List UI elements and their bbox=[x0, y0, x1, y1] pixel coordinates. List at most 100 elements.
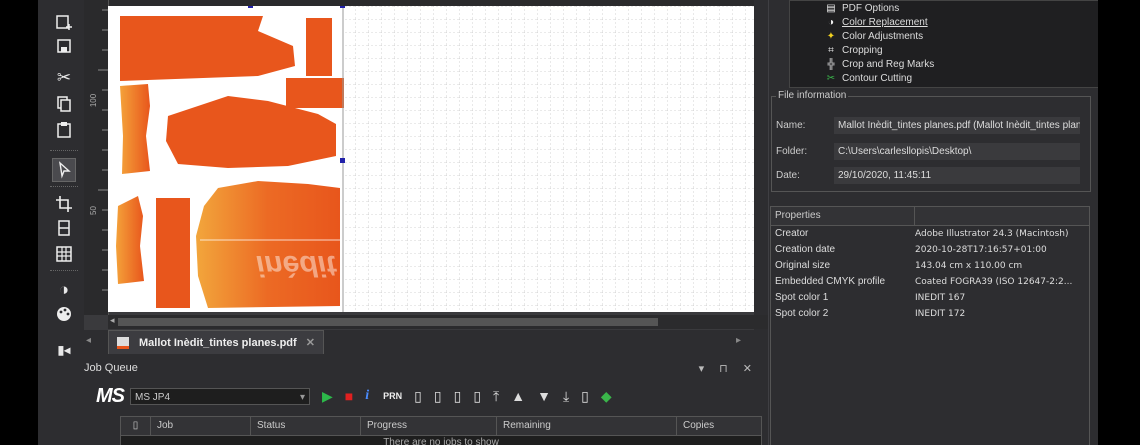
move-down-icon[interactable]: ▼ bbox=[537, 388, 551, 404]
file-information-title: File information bbox=[776, 90, 849, 101]
tab-scroll-right-icon[interactable]: ▸ bbox=[736, 335, 741, 346]
tree-item-crop-reg-marks[interactable]: ╬ Crop and Reg Marks bbox=[824, 57, 934, 71]
properties-header: Properties bbox=[771, 207, 1089, 226]
folder-label: Folder: bbox=[776, 146, 808, 157]
scroll-left-icon[interactable]: ◂ bbox=[110, 315, 115, 326]
add-page-icon[interactable] bbox=[52, 10, 76, 34]
property-key: Creation date bbox=[775, 244, 836, 255]
color-contrast-icon[interactable]: ◑ bbox=[52, 278, 76, 302]
select-pointer-icon[interactable] bbox=[52, 158, 76, 182]
tree-item-contour-cutting[interactable]: ✂ Contour Cutting bbox=[824, 71, 912, 85]
job-table: ▯ Job Status Progress Remaining Copies T… bbox=[120, 416, 762, 445]
tree-item-label: Color Adjustments bbox=[842, 30, 924, 42]
date-label: Date: bbox=[776, 170, 800, 181]
toolbar-divider bbox=[50, 150, 78, 151]
stop-icon[interactable]: ■ bbox=[345, 388, 353, 404]
tab-scroll-left-icon[interactable]: ◂ bbox=[86, 335, 91, 346]
printer-select[interactable]: MS JP4 ▾ bbox=[130, 387, 310, 405]
contour-cut-icon: ✂ bbox=[826, 72, 836, 84]
tree-item-color-replacement[interactable]: ◑ Color Replacement bbox=[824, 15, 928, 29]
horizontal-scrollbar[interactable]: ◂ ▸ bbox=[108, 315, 792, 329]
column-copies[interactable]: Copies bbox=[677, 417, 759, 435]
copy-icon[interactable] bbox=[52, 92, 76, 116]
date-row: Date: 29/10/2020, 11:45:11 bbox=[776, 167, 1080, 184]
job-queue-title: Job Queue bbox=[84, 362, 138, 374]
property-value: Adobe Illustrator 24.3 (Macintosh) bbox=[915, 229, 1069, 239]
save-icon[interactable] bbox=[52, 34, 76, 58]
property-row: Spot color 1 INEDIT 167 bbox=[771, 290, 1089, 306]
property-key: Creator bbox=[775, 228, 809, 239]
date-value: 29/10/2020, 11:45:11 bbox=[834, 167, 1080, 184]
app-window: ✂ ◑ ▮◂ 100 50 inèdit www.inedit.es ◂ ◂ M… bbox=[38, 0, 1098, 445]
right-panel: ▤ PDF Options ◑ Color Replacement ✦ Colo… bbox=[768, 0, 1098, 445]
properties-title[interactable]: Properties bbox=[771, 207, 915, 225]
palette-icon[interactable] bbox=[52, 302, 76, 326]
move-top-icon[interactable]: ⤒ bbox=[493, 388, 499, 405]
property-value: INEDIT 172 bbox=[915, 309, 966, 319]
add-job-icon[interactable]: ▯ bbox=[414, 388, 422, 405]
property-row: Spot color 2 INEDIT 172 bbox=[771, 306, 1089, 322]
tree-item-label: Cropping bbox=[842, 44, 883, 56]
job-settings-icon[interactable]: ▯ bbox=[473, 388, 481, 405]
properties-value-column[interactable] bbox=[915, 207, 1087, 225]
ruler-label: 100 bbox=[89, 93, 99, 108]
artwork-logo-text: inèdit bbox=[256, 249, 336, 282]
property-key: Original size bbox=[775, 260, 831, 271]
property-value: 2020-10-28T17:16:57+01:00 bbox=[915, 245, 1047, 255]
job-document-icon[interactable]: ▯ bbox=[581, 388, 589, 405]
panel-controls[interactable]: ▾ ⊓ ✕ bbox=[699, 362, 758, 375]
tree-item-pdf-options[interactable]: ▤ PDF Options bbox=[824, 1, 899, 15]
file-name-label: Name: bbox=[776, 120, 806, 131]
tree-item-color-adjustments[interactable]: ✦ Color Adjustments bbox=[824, 29, 923, 43]
ms-logo: MS bbox=[96, 384, 125, 407]
pdf-options-icon: ▤ bbox=[826, 2, 836, 14]
property-row: Embedded CMYK profile Coated FOGRA39 (ISO… bbox=[771, 274, 1089, 290]
file-name-value: Mallot Inèdit_tintes planes.pdf (Mallot … bbox=[834, 117, 1080, 134]
property-value: 143.04 cm x 110.00 cm bbox=[915, 261, 1023, 271]
tree-item-cropping[interactable]: ⌗ Cropping bbox=[824, 43, 883, 57]
column-remaining[interactable]: Remaining bbox=[497, 417, 677, 435]
file-name-row: Name: Mallot Inèdit_tintes planes.pdf (M… bbox=[776, 117, 1080, 134]
property-row: Creator Adobe Illustrator 24.3 (Macintosh… bbox=[771, 226, 1089, 242]
column-status[interactable]: Status bbox=[251, 417, 361, 435]
print-page[interactable]: inèdit www.inedit.es bbox=[108, 6, 754, 312]
crop-icon[interactable] bbox=[52, 192, 76, 216]
property-row: Creation date 2020-10-28T17:16:57+01:00 bbox=[771, 242, 1089, 258]
job-color-icon[interactable]: ▯ bbox=[454, 388, 462, 405]
canvas-area[interactable]: 100 50 inèdit www.inedit.es ◂ bbox=[84, 0, 806, 330]
column-job[interactable]: Job bbox=[151, 417, 251, 435]
align-icon[interactable] bbox=[52, 216, 76, 240]
settings-tree: ▤ PDF Options ◑ Color Replacement ✦ Colo… bbox=[789, 0, 1098, 88]
job-table-header: ▯ Job Status Progress Remaining Copies bbox=[121, 417, 761, 436]
grid-icon[interactable] bbox=[52, 242, 76, 266]
document-tab[interactable]: Mallot Inèdit_tintes planes.pdf ✕ bbox=[108, 330, 324, 354]
cut-icon[interactable]: ✂ bbox=[52, 66, 76, 90]
prn-button[interactable]: PRN bbox=[383, 391, 402, 401]
document-icon bbox=[117, 336, 129, 349]
job-tag-icon[interactable]: ◆ bbox=[601, 388, 612, 405]
job-queue-toolbar: MS MS JP4 ▾ ▶ ■ i PRN ▯ ▯ ▯ ▯ ⤒ ▲ ▼ ⤓ ▯ … bbox=[84, 382, 758, 410]
play-icon[interactable]: ▶ bbox=[322, 388, 333, 405]
artwork[interactable] bbox=[108, 6, 754, 312]
scroll-thumb[interactable] bbox=[118, 318, 658, 326]
cropping-icon: ⌗ bbox=[828, 44, 834, 56]
vertical-ruler: 100 50 bbox=[84, 0, 109, 315]
close-icon[interactable]: ✕ bbox=[306, 336, 315, 349]
property-value: INEDIT 167 bbox=[915, 293, 966, 303]
doc-column-icon: ▯ bbox=[121, 417, 151, 435]
printer-select-value: MS JP4 bbox=[135, 391, 171, 403]
info-icon[interactable]: i bbox=[365, 388, 369, 404]
color-replacement-icon: ◑ bbox=[827, 16, 835, 28]
property-key: Spot color 2 bbox=[775, 308, 829, 319]
job-queue-panel: Job Queue ▾ ⊓ ✕ MS MS JP4 ▾ ▶ ■ i PRN ▯ … bbox=[76, 358, 766, 445]
property-row: Original size 143.04 cm x 110.00 cm bbox=[771, 258, 1089, 274]
move-bottom-icon[interactable]: ⤓ bbox=[563, 388, 569, 405]
duplicate-job-icon[interactable]: ▯ bbox=[434, 388, 442, 405]
move-up-icon[interactable]: ▲ bbox=[511, 388, 525, 404]
folder-value: C:\Users\carlesllopis\Desktop\ bbox=[834, 143, 1080, 160]
column-progress[interactable]: Progress bbox=[361, 417, 497, 435]
paste-icon[interactable] bbox=[52, 118, 76, 142]
tree-item-label: Contour Cutting bbox=[842, 72, 913, 84]
tree-item-label: PDF Options bbox=[842, 2, 900, 14]
queue-toggle-icon[interactable]: ▮◂ bbox=[52, 338, 76, 362]
